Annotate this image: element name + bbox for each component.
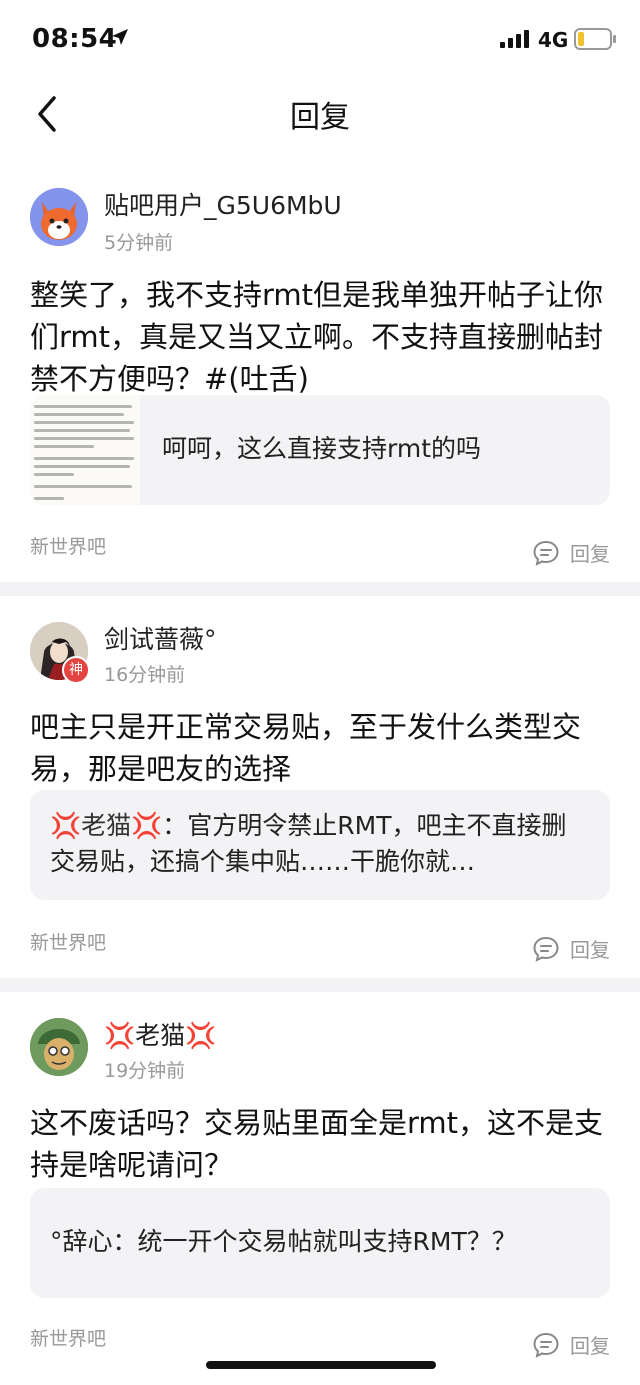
username[interactable]: 💢老猫💢: [104, 1016, 216, 1052]
reply-card-1[interactable]: 贴吧用户_G5U6MbU 5分钟前 整笑了，我不支持rmt但是我单独开帖子让你们…: [0, 170, 640, 582]
forum-name[interactable]: 新世界吧: [30, 1324, 106, 1351]
avatar[interactable]: [30, 188, 88, 246]
quote-author[interactable]: 💢老猫💢: [50, 811, 162, 840]
quoted-image-thumbnail[interactable]: [30, 395, 140, 505]
reply-content: 这不废话吗？交易贴里面全是rmt，这不是支持是啥呢请问？: [30, 1106, 604, 1182]
divider: [0, 978, 640, 992]
post-time: 19分钟前: [104, 1060, 186, 1082]
comment-icon: [533, 540, 559, 566]
reply-card-3[interactable]: 💢老猫💢 19分钟前 这不废话吗？交易贴里面全是rmt，这不是支持是啥呢请问？ …: [0, 992, 640, 1385]
quoted-post[interactable]: 💢老猫💢：官方明令禁止RMT，吧主不直接删交易贴，还搞个集中贴……干脆你就…: [30, 790, 610, 900]
quoted-post[interactable]: 呵呵，这么直接支持rmt的吗: [30, 395, 610, 505]
god-badge: 神: [62, 656, 90, 684]
quote-text: 呵呵，这么直接支持rmt的吗: [162, 434, 481, 463]
comment-icon: [533, 1332, 559, 1358]
reply-label: 回复: [570, 1334, 610, 1358]
network-type: 4G: [538, 28, 569, 52]
post-time: 16分钟前: [104, 664, 186, 686]
reply-label: 回复: [570, 938, 610, 962]
quote-text: °辞心：统一开个交易帖就叫支持RMT？？: [50, 1227, 517, 1256]
status-time: 08:54: [32, 24, 118, 54]
home-indicator[interactable]: [206, 1361, 436, 1369]
status-bar: 08:54 4G: [0, 0, 640, 80]
quote-text: 💢老猫💢：官方明令禁止RMT，吧主不直接删交易贴，还搞个集中贴……干脆你就…: [50, 808, 590, 880]
forum-name[interactable]: 新世界吧: [30, 532, 106, 559]
reply-content: 整笑了，我不支持rmt但是我单独开帖子让你们rmt，真是又当又立啊。不支持直接删…: [30, 278, 604, 396]
divider: [0, 582, 640, 596]
page-title: 回复: [290, 100, 350, 135]
reply-card-2[interactable]: 神 剑试蔷薇° 16分钟前 吧主只是开正常交易贴，至于发什么类型交易，那是吧友的…: [0, 596, 640, 978]
username[interactable]: 剑试蔷薇°: [104, 620, 217, 656]
comment-icon: [533, 936, 559, 962]
battery-icon: [574, 28, 616, 50]
location-arrow-icon: [112, 29, 128, 45]
fox-avatar-icon: [30, 188, 88, 246]
cartoon-avatar-icon: [30, 1018, 88, 1076]
cellular-signal-icon: [500, 30, 529, 48]
reply-content: 吧主只是开正常交易贴，至于发什么类型交易，那是吧友的选择: [30, 710, 582, 786]
username[interactable]: 贴吧用户_G5U6MbU: [104, 186, 342, 222]
forum-name[interactable]: 新世界吧: [30, 928, 106, 955]
avatar[interactable]: [30, 1018, 88, 1076]
reply-label: 回复: [570, 542, 610, 566]
post-time: 5分钟前: [104, 232, 174, 254]
nav-bar: 回复: [0, 80, 640, 146]
quoted-post[interactable]: °辞心：统一开个交易帖就叫支持RMT？？: [30, 1188, 610, 1298]
